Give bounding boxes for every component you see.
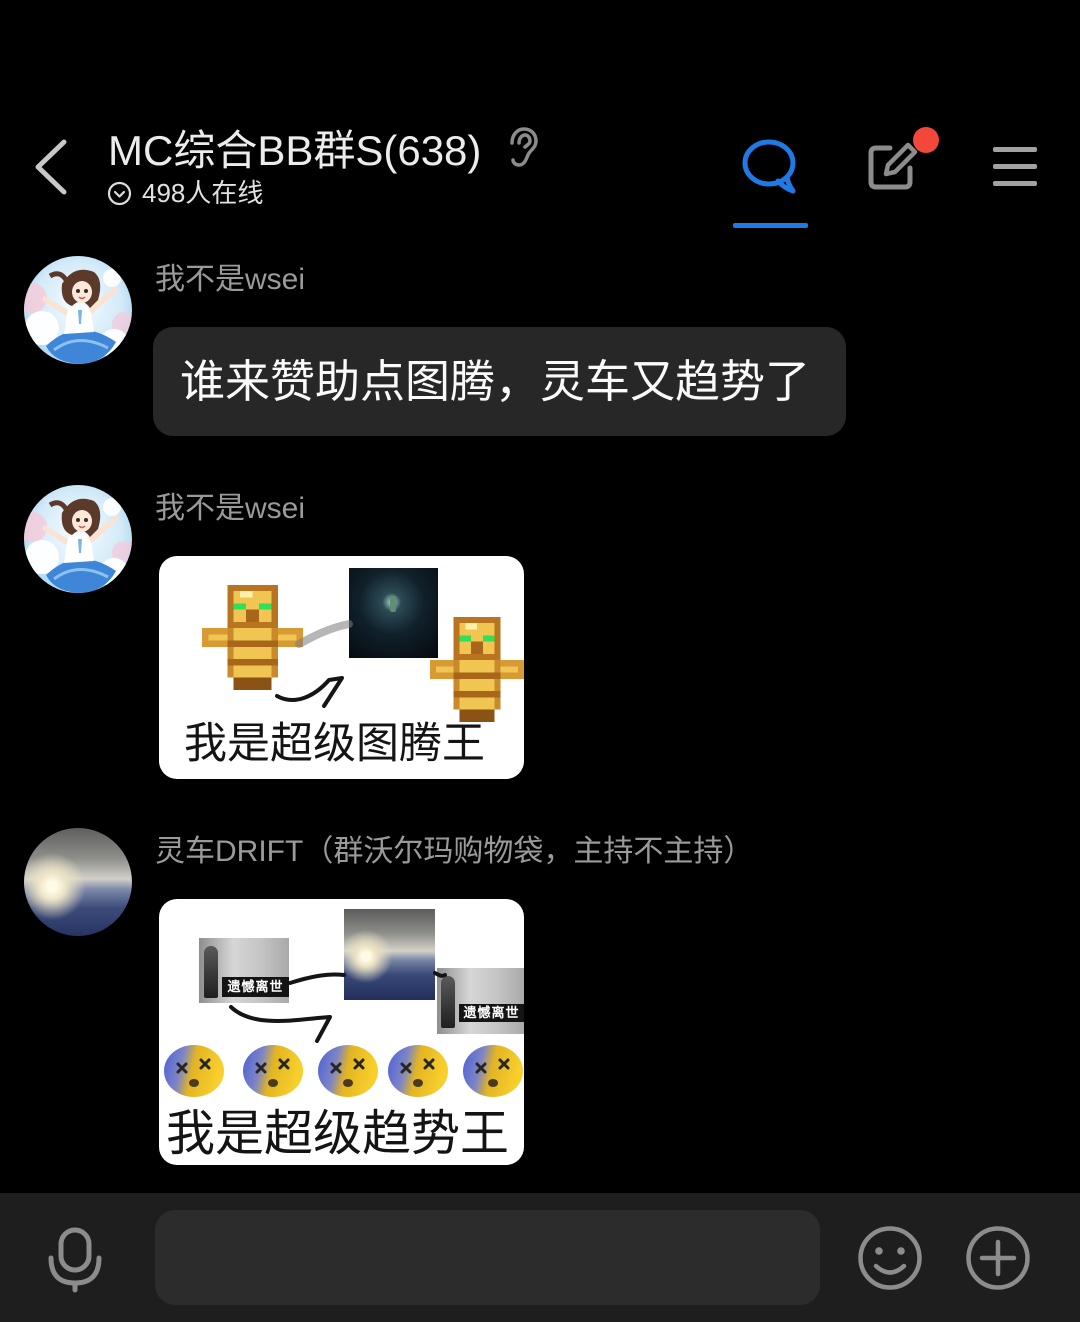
- sender-name: 灵车DRIFT（群沃尔玛购物袋，主持不主持）: [155, 835, 754, 868]
- sticker-image[interactable]: 遗憾离世 遗憾离世 我是超级趋势王: [159, 899, 524, 1165]
- back-button[interactable]: [24, 130, 84, 204]
- circle-chevron-down-icon: [107, 181, 132, 206]
- sender-name: 我不是wsei: [155, 492, 306, 525]
- message-bubble[interactable]: 谁来赞助点图腾，灵车又趋势了: [153, 327, 846, 436]
- microphone-icon: [48, 1227, 102, 1293]
- menu-icon: [993, 164, 1037, 169]
- chat-bubble-icon: [742, 139, 796, 194]
- ear-icon: [510, 127, 538, 167]
- sticker-caption: 我是超级图腾王: [184, 721, 485, 768]
- avatar[interactable]: [24, 485, 132, 593]
- menu-icon: [993, 181, 1037, 186]
- chevron-left-icon: [35, 139, 67, 195]
- earpiece-mode-button[interactable]: [503, 126, 541, 170]
- message-input[interactable]: [155, 1210, 820, 1305]
- emoji-button[interactable]: [857, 1225, 923, 1291]
- chat-header: MC综合BB群S(638) 498人在线: [0, 0, 1080, 240]
- active-tab-indicator: [733, 223, 808, 228]
- page-title: MC综合BB群S(638): [108, 127, 482, 174]
- online-count[interactable]: 498人在线: [142, 177, 263, 209]
- dizzy-face-emoji: [315, 1040, 379, 1098]
- smiley-icon: [858, 1226, 922, 1290]
- sunset-landscape-avatar: [24, 828, 132, 936]
- voice-button[interactable]: [45, 1225, 105, 1293]
- menu-button[interactable]: [993, 147, 1037, 187]
- message-text: 谁来赞助点图腾，灵车又趋势了: [180, 356, 811, 407]
- dizzy-face-emoji: [240, 1040, 304, 1098]
- more-button[interactable]: [965, 1225, 1031, 1291]
- sticker-image[interactable]: 我是超级图腾王: [159, 556, 524, 779]
- avatar[interactable]: [24, 256, 132, 364]
- avatar[interactable]: [24, 828, 132, 936]
- sticker-caption: 我是超级趋势王: [166, 1106, 510, 1161]
- dizzy-face-emoji: [385, 1040, 449, 1098]
- tab-chat[interactable]: [733, 130, 808, 230]
- anime-girl-avatar: [24, 485, 132, 593]
- notification-dot: [913, 127, 939, 153]
- sender-name: 我不是wsei: [155, 263, 306, 296]
- menu-icon: [993, 147, 1037, 152]
- plus-circle-icon: [966, 1226, 1030, 1290]
- dizzy-face-emoji: [161, 1040, 225, 1098]
- dizzy-face-emoji: [460, 1040, 524, 1098]
- anime-girl-avatar: [24, 256, 132, 364]
